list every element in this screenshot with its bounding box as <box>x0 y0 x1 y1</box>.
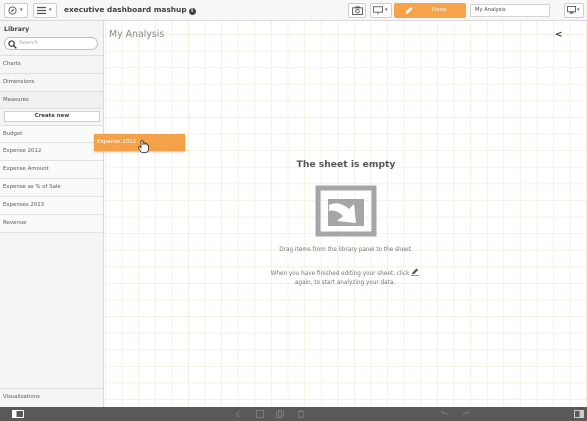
app-title-text: executive dashboard mashup <box>64 5 187 14</box>
toggle-panel-icon[interactable] <box>12 410 24 418</box>
collapse-panel-button[interactable]: < <box>555 30 563 40</box>
measure-item-expense-2012[interactable]: Expense 2012 <box>0 143 103 161</box>
info-icon[interactable]: i <box>188 8 196 15</box>
chevron-down-icon: ▾ <box>577 7 580 13</box>
empty-sheet-title: The sheet is empty <box>296 159 396 170</box>
pencil-icon <box>411 268 420 276</box>
grab-hand-cursor-icon <box>138 140 149 153</box>
sidebar-item-visualizations[interactable]: Visualizations <box>0 388 103 406</box>
navigation-menu-button[interactable]: ▾ <box>4 3 28 18</box>
sidebar-item-dimensions[interactable]: Dimensions <box>0 73 103 91</box>
screen-icon <box>567 6 576 14</box>
done-button[interactable]: Done <box>394 3 466 18</box>
back-icon[interactable] <box>234 410 242 418</box>
search-icon <box>8 40 17 49</box>
library-panel: Library Search Charts Dimensions Measure… <box>0 21 104 407</box>
measure-item-expense-pct-sale[interactable]: Expense as % of Sale <box>0 179 103 197</box>
empty-sheet-instruction: Drag items from the library panel to the… <box>279 247 413 253</box>
snapshot-button[interactable] <box>348 3 366 18</box>
present-icon <box>373 6 383 15</box>
compass-icon <box>8 6 17 15</box>
library-title: Library <box>4 26 30 33</box>
delete-icon[interactable] <box>298 410 304 418</box>
app-title: executive dashboard mashup i <box>64 3 196 17</box>
undo-icon[interactable] <box>440 410 449 418</box>
pencil-icon <box>405 6 413 15</box>
redo-icon[interactable] <box>462 410 471 418</box>
story-button[interactable]: ▾ <box>370 3 392 18</box>
copy-icon[interactable] <box>276 410 284 418</box>
measure-item-expenses-2013[interactable]: Expenses 2013 <box>0 197 103 215</box>
sidebar-item-measures[interactable]: Measures <box>0 91 103 109</box>
bottom-toolbar <box>0 407 587 421</box>
top-toolbar: ▾ ▾ executive dashboard mashup i ▾ Done … <box>0 0 587 21</box>
measure-item-revenue[interactable]: Revenue <box>0 215 103 233</box>
camera-icon <box>352 6 363 15</box>
search-input[interactable]: Search <box>4 37 98 50</box>
properties-panel-icon[interactable] <box>574 410 584 418</box>
measure-item-budget[interactable]: Budget <box>0 125 103 143</box>
sheet-canvas[interactable]: My Analysis < The sheet is empty Drag it… <box>105 21 587 407</box>
sheet-title[interactable]: My Analysis <box>109 29 164 40</box>
chevron-down-icon: ▾ <box>20 7 23 13</box>
empty-sheet-edit-hint: When you have finished editing your shee… <box>255 268 435 287</box>
global-menu-button[interactable]: ▾ <box>33 3 57 18</box>
sidebar-item-charts[interactable]: Charts <box>0 55 103 73</box>
measure-item-expense-amount[interactable]: Expense Amount <box>0 161 103 179</box>
sheet-name-field[interactable]: My Analysis <box>470 4 550 17</box>
edit-hint-part1: When you have finished editing your shee… <box>270 271 410 277</box>
drag-to-sheet-icon <box>315 185 377 237</box>
cut-icon[interactable] <box>256 410 264 418</box>
edit-hint-part2: again, to start analyzing your data. <box>294 279 396 286</box>
chevron-down-icon: ▾ <box>49 7 52 13</box>
chevron-down-icon: ▾ <box>385 7 388 13</box>
list-icon <box>37 6 46 15</box>
screen-menu-button[interactable]: ▾ <box>564 3 584 18</box>
done-label: Done <box>432 7 447 13</box>
create-new-button[interactable]: Create new <box>4 111 100 122</box>
search-placeholder: Search <box>19 40 38 46</box>
